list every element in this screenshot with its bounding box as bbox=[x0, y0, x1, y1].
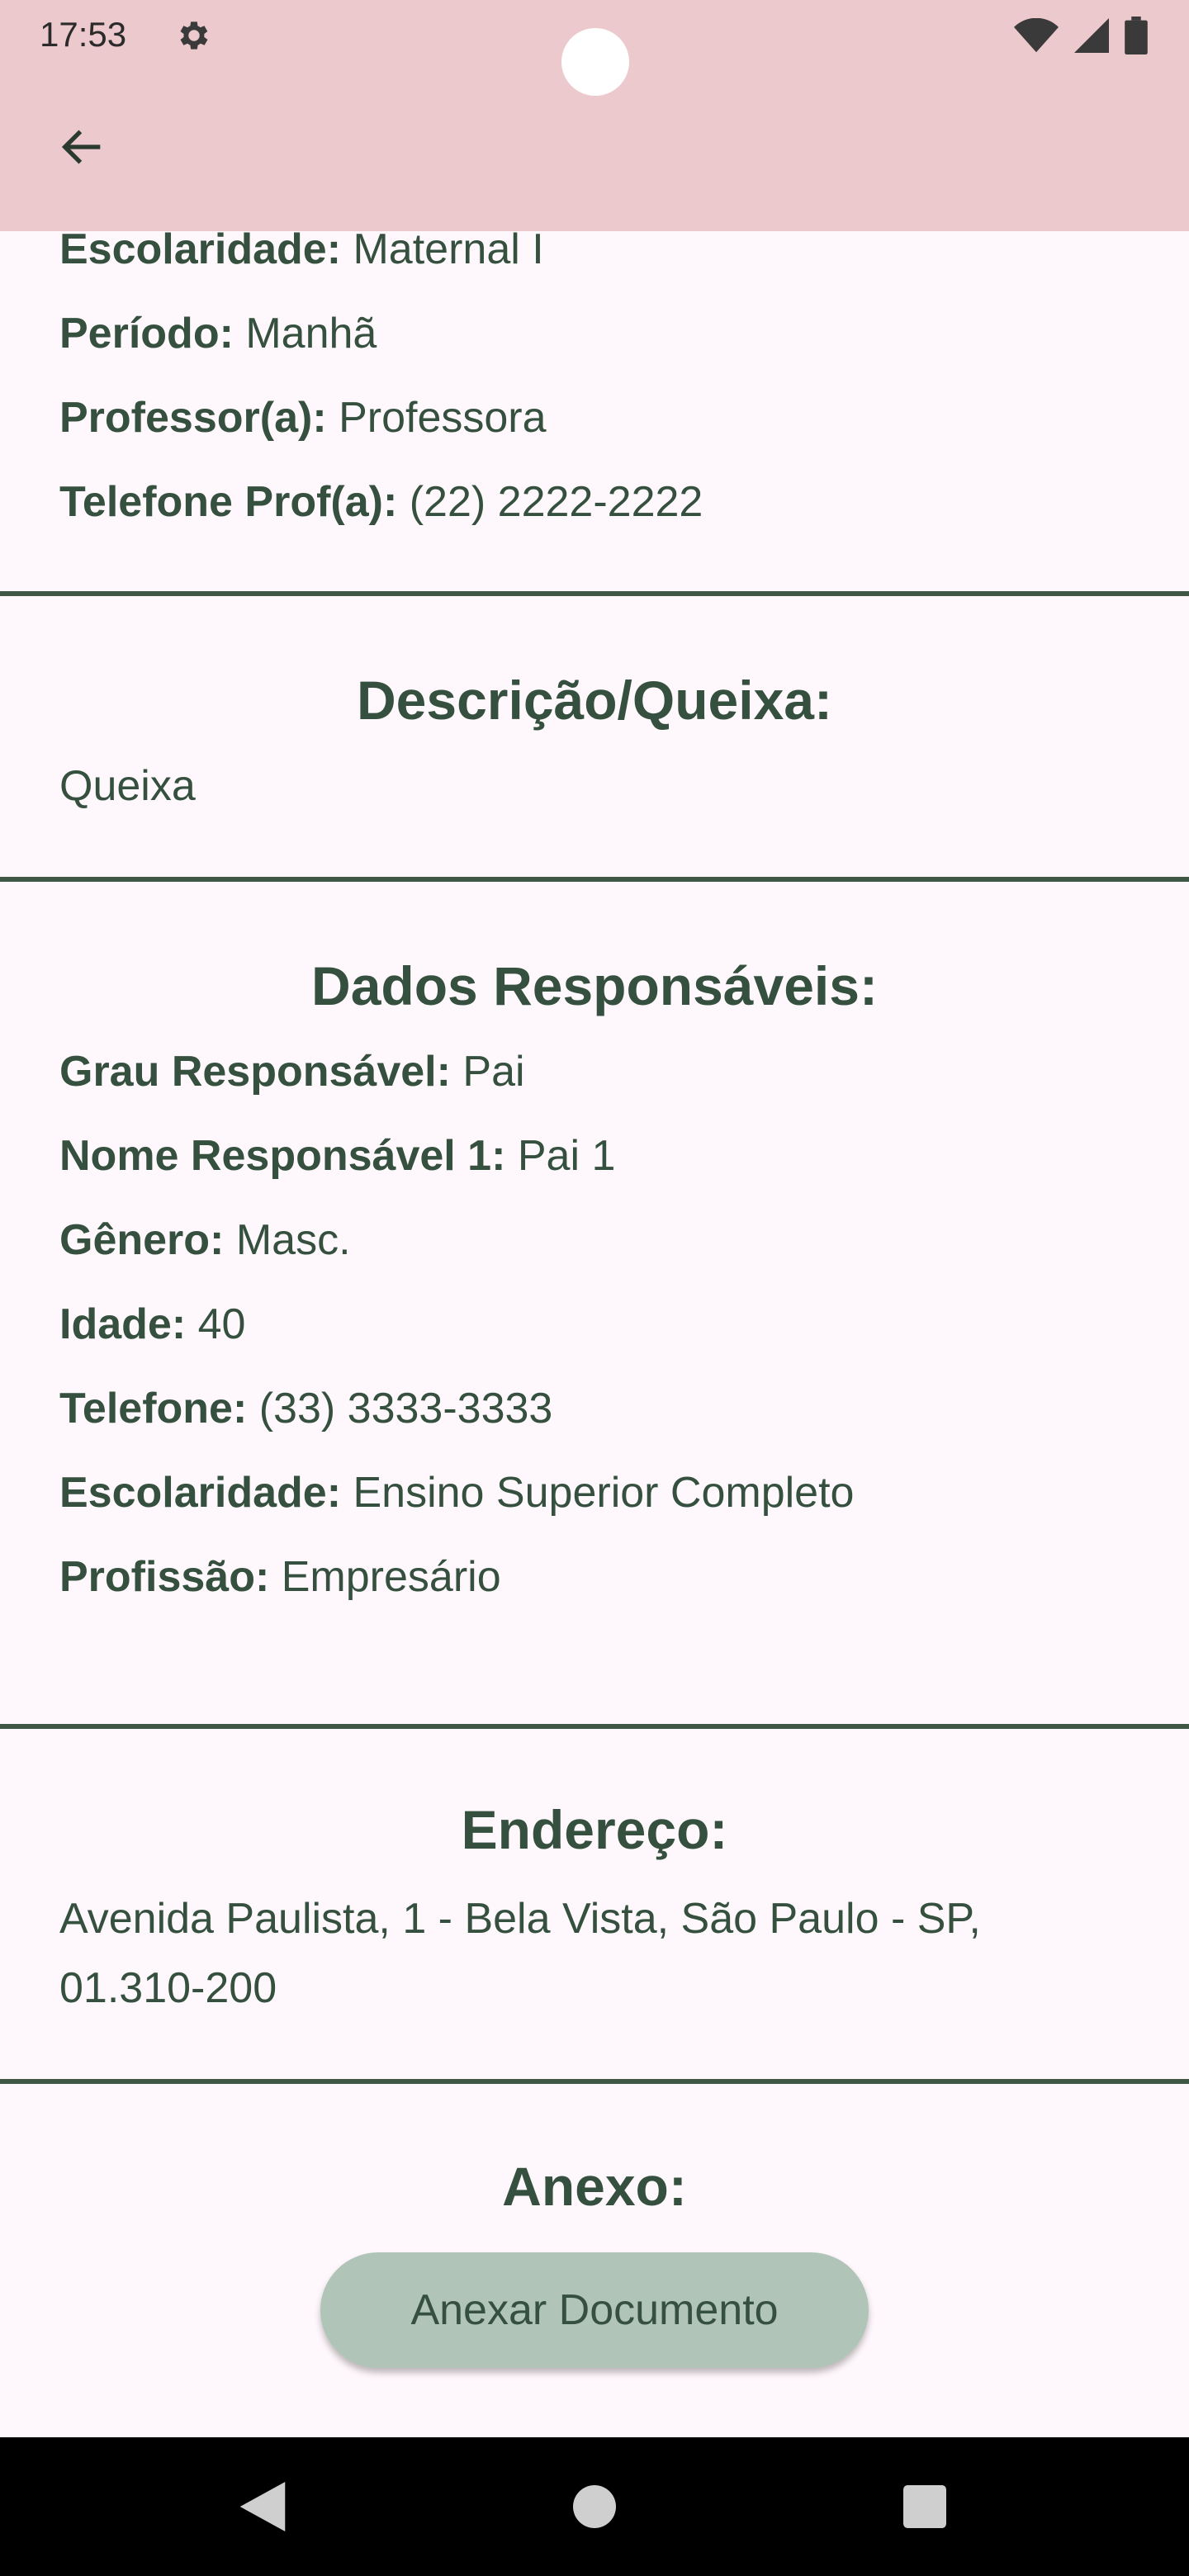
telefone-prof-row: Telefone Prof(a): (22) 2222-2222 bbox=[59, 474, 703, 530]
telefone-row: Telefone: (33) 3333-3333 bbox=[59, 1380, 552, 1437]
nav-recents-square-icon bbox=[903, 2485, 946, 2528]
anexo-heading: Anexo: bbox=[502, 2156, 687, 2217]
field-value: Professora bbox=[339, 394, 547, 442]
field-label: Escolaridade: bbox=[59, 225, 342, 273]
nav-back-button[interactable] bbox=[213, 2437, 312, 2576]
address-line: Avenida Paulista, 1 - Bela Vista, São Pa… bbox=[59, 1895, 981, 1943]
wifi-icon bbox=[1014, 18, 1059, 53]
top-app-bar: 17:53 bbox=[0, 0, 1189, 231]
nav-home-circle-icon bbox=[573, 2485, 616, 2528]
escolaridade-resp-row: Escolaridade: Ensino Superior Completo bbox=[59, 1465, 854, 1521]
field-value: Empresário bbox=[281, 1553, 501, 1601]
idade-row: Idade: 40 bbox=[59, 1296, 245, 1352]
system-navigation-bar bbox=[0, 2437, 1189, 2576]
field-value: Pai bbox=[462, 1048, 525, 1096]
section-divider bbox=[0, 877, 1189, 882]
camera-cutout bbox=[561, 28, 629, 96]
field-label: Grau Responsável: bbox=[59, 1048, 451, 1096]
arrow-back-icon bbox=[61, 130, 101, 164]
field-label: Professor(a): bbox=[59, 394, 327, 442]
field-value: Ensino Superior Completo bbox=[353, 1469, 855, 1517]
responsaveis-heading: Dados Responsáveis: bbox=[311, 955, 878, 1016]
grau-row: Grau Responsável: Pai bbox=[59, 1044, 525, 1100]
nav-home-button[interactable] bbox=[545, 2437, 644, 2576]
genero-row: Gênero: Masc. bbox=[59, 1212, 351, 1268]
field-value: (33) 3333-3333 bbox=[258, 1385, 553, 1432]
field-label: Nome Responsável 1: bbox=[59, 1132, 506, 1180]
status-icons bbox=[1014, 17, 1148, 54]
field-label: Escolaridade: bbox=[59, 1469, 342, 1517]
address-line: 01.310-200 bbox=[59, 1964, 277, 2012]
nav-back-triangle-icon bbox=[239, 2482, 286, 2531]
signal-icon bbox=[1074, 18, 1109, 53]
periodo-row: Período: Manhã bbox=[59, 305, 377, 362]
field-label: Telefone Prof(a): bbox=[59, 478, 398, 526]
section-divider bbox=[0, 2079, 1189, 2084]
section-divider bbox=[0, 1724, 1189, 1729]
field-value: 40 bbox=[197, 1300, 246, 1348]
status-time: 17:53 bbox=[40, 15, 127, 54]
nav-recents-button[interactable] bbox=[875, 2437, 974, 2576]
field-value: Masc. bbox=[235, 1216, 351, 1264]
section-divider bbox=[0, 591, 1189, 596]
back-button[interactable] bbox=[40, 104, 126, 190]
endereco-heading: Endereço: bbox=[461, 1799, 728, 1860]
field-label: Telefone: bbox=[59, 1385, 248, 1432]
descricao-heading: Descrição/Queixa: bbox=[357, 670, 832, 731]
field-value: (22) 2222-2222 bbox=[409, 478, 703, 526]
field-label: Período: bbox=[59, 310, 234, 358]
field-value: Maternal I bbox=[353, 225, 544, 273]
field-value: Pai 1 bbox=[517, 1132, 616, 1180]
settings-gear-icon bbox=[180, 21, 208, 50]
nome-row: Nome Responsável 1: Pai 1 bbox=[59, 1128, 615, 1184]
descricao-text: Queixa bbox=[59, 762, 196, 810]
professor-row: Professor(a): Professora bbox=[59, 390, 547, 446]
profissao-row: Profissão: Empresário bbox=[59, 1549, 501, 1605]
field-label: Idade: bbox=[59, 1300, 187, 1348]
endereco-text: Avenida Paulista, 1 - Bela Vista, São Pa… bbox=[59, 1884, 1116, 2023]
attach-document-button[interactable]: Anexar Documento bbox=[320, 2252, 869, 2368]
field-value: Manhã bbox=[245, 310, 377, 358]
battery-icon bbox=[1125, 17, 1148, 54]
field-label: Profissão: bbox=[59, 1553, 270, 1601]
field-label: Gênero: bbox=[59, 1216, 225, 1264]
